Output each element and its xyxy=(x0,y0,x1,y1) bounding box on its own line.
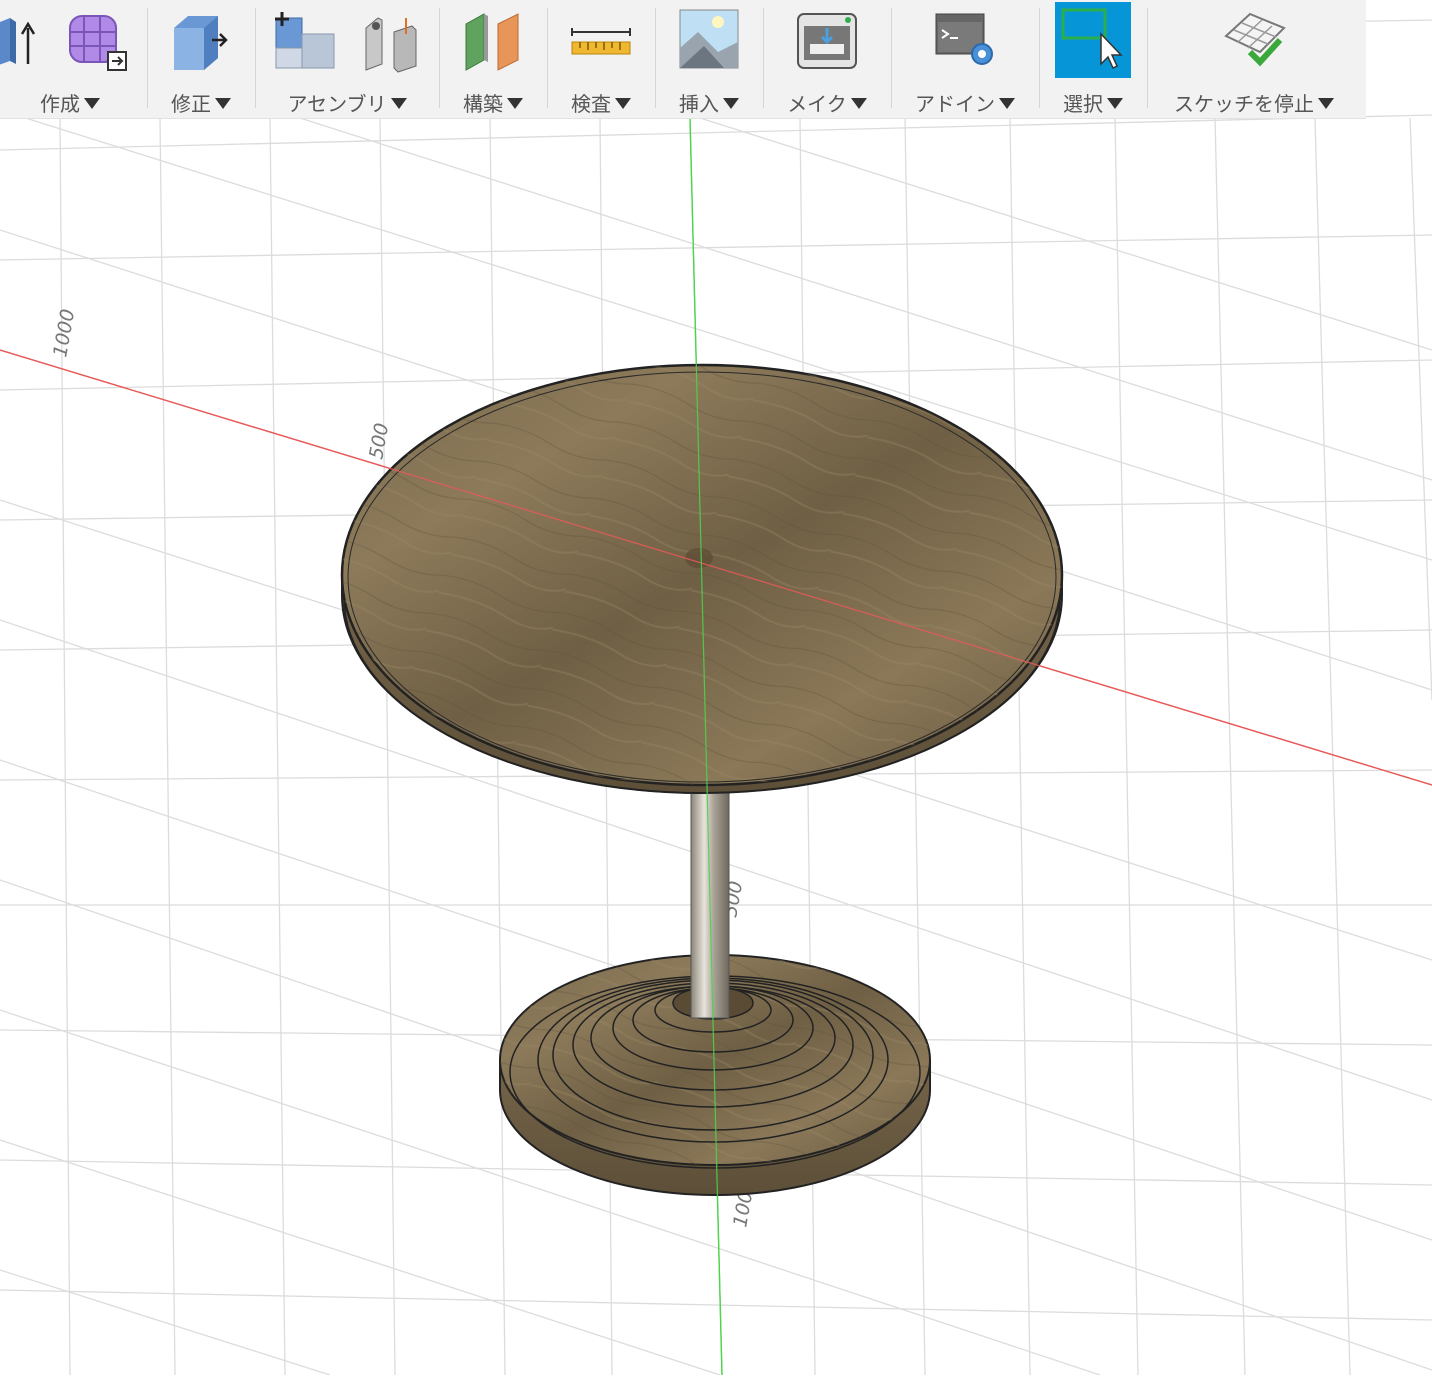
caret-down-icon xyxy=(390,98,407,109)
toolbar-group-label: メイク xyxy=(787,92,847,116)
toolbar-group-inspect[interactable]: 検査 xyxy=(548,0,654,118)
toolbar-group-assemble[interactable]: アセンブリ xyxy=(256,0,438,118)
toolbar-group-label: スケッチを停止 xyxy=(1174,92,1314,116)
toolbar-group-finish-sketch[interactable]: スケッチを停止 xyxy=(1148,0,1360,118)
caret-down-icon xyxy=(615,98,631,109)
offset-plane-icon[interactable] xyxy=(458,6,528,76)
toolbar-group-label: 作成 xyxy=(40,92,80,116)
toolbar-group-label: 検査 xyxy=(571,92,611,116)
caret-down-icon xyxy=(1107,98,1123,109)
toolbar-group-select[interactable]: 選択 xyxy=(1040,0,1146,118)
finish-sketch-icon[interactable] xyxy=(1220,6,1290,76)
caret-down-icon xyxy=(507,98,523,109)
toolbar-group-addins[interactable]: アドイン xyxy=(892,0,1038,118)
toolbar-group-label: アドイン xyxy=(915,92,995,116)
toolbar-group-insert[interactable]: 挿入 xyxy=(656,0,762,118)
caret-down-icon xyxy=(999,98,1015,109)
toolbar-group-create[interactable]: 作成 xyxy=(0,0,140,118)
toolbar-group-label: アセンブリ xyxy=(287,92,387,116)
select-window-icon[interactable] xyxy=(1055,2,1131,78)
new-component-icon[interactable] xyxy=(270,6,340,76)
caret-down-icon xyxy=(84,98,100,109)
press-pull-icon[interactable] xyxy=(166,6,236,76)
toolbar: 作成 修正 アセンブリ 構築 検査 挿入 メイク アドイン 選択 スケッチを停止 xyxy=(0,0,1366,119)
caret-down-icon xyxy=(850,98,867,109)
axis-label-500: 500 xyxy=(365,421,393,461)
caret-down-icon xyxy=(215,98,231,109)
viewport-canvas[interactable]: 1000 500 500 100 xyxy=(0,0,1432,1376)
measure-icon[interactable] xyxy=(566,6,636,76)
toolbar-group-label: 挿入 xyxy=(679,92,719,116)
axis-label-1000: 1000 xyxy=(49,307,79,358)
toolbar-group-modify[interactable]: 修正 xyxy=(148,0,254,118)
toolbar-group-label: 修正 xyxy=(171,92,211,116)
caret-down-icon xyxy=(1318,98,1334,109)
joint-icon[interactable] xyxy=(354,6,424,76)
3d-viewport[interactable]: 1000 500 500 100 xyxy=(0,0,1432,1376)
form-icon[interactable] xyxy=(62,6,132,76)
toolbar-group-construct[interactable]: 構築 xyxy=(440,0,546,118)
extrude-icon[interactable] xyxy=(0,6,50,76)
scripts-addins-icon[interactable] xyxy=(930,6,1000,76)
insert-image-icon[interactable] xyxy=(674,6,744,76)
toolbar-group-make[interactable]: メイク xyxy=(764,0,890,118)
toolbar-group-label: 選択 xyxy=(1063,92,1103,116)
caret-down-icon xyxy=(723,98,739,109)
3d-print-icon[interactable] xyxy=(792,6,862,76)
toolbar-group-label: 構築 xyxy=(463,92,503,116)
